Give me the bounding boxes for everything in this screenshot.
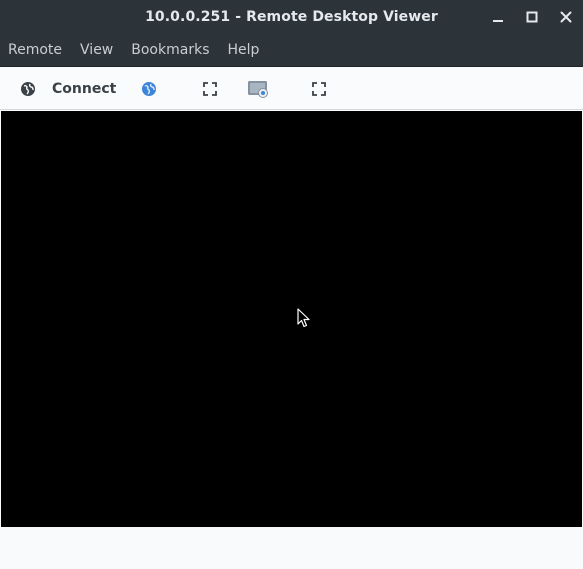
close-icon: [560, 11, 572, 23]
take-screenshot-button[interactable]: [246, 67, 270, 110]
status-bar: [0, 527, 583, 569]
mouse-pointer-icon: [297, 308, 310, 328]
minimize-button[interactable]: [481, 0, 515, 34]
network-icon: [21, 81, 35, 96]
connect-button[interactable]: Connect: [20, 67, 116, 110]
globe-icon: [142, 81, 156, 96]
fullscreen-button[interactable]: [201, 67, 219, 110]
menu-bar: Remote View Bookmarks Help: [0, 34, 583, 67]
window-title: 10.0.0.251 - Remote Desktop Viewer: [145, 9, 438, 25]
window-controls: [481, 0, 583, 34]
disconnect-button[interactable]: [140, 67, 158, 110]
menu-help[interactable]: Help: [227, 42, 259, 58]
maximize-button[interactable]: [515, 0, 549, 34]
close-button[interactable]: [549, 0, 583, 34]
toolbar: Connect: [0, 67, 583, 110]
fullscreen-icon: [203, 81, 217, 96]
menu-remote[interactable]: Remote: [8, 42, 62, 58]
title-bar[interactable]: 10.0.0.251 - Remote Desktop Viewer: [0, 0, 583, 34]
screenshot-icon: [248, 80, 268, 98]
maximize-icon: [526, 11, 538, 23]
minimize-icon: [493, 20, 503, 22]
app-window: 10.0.0.251 - Remote Desktop Viewer Remot…: [0, 0, 583, 569]
fit-window-button[interactable]: [310, 67, 328, 110]
menu-bookmarks[interactable]: Bookmarks: [131, 42, 209, 58]
menu-view[interactable]: View: [80, 42, 113, 58]
connect-label: Connect: [52, 80, 117, 97]
remote-display[interactable]: [1, 111, 582, 527]
fit-window-icon: [312, 81, 326, 96]
